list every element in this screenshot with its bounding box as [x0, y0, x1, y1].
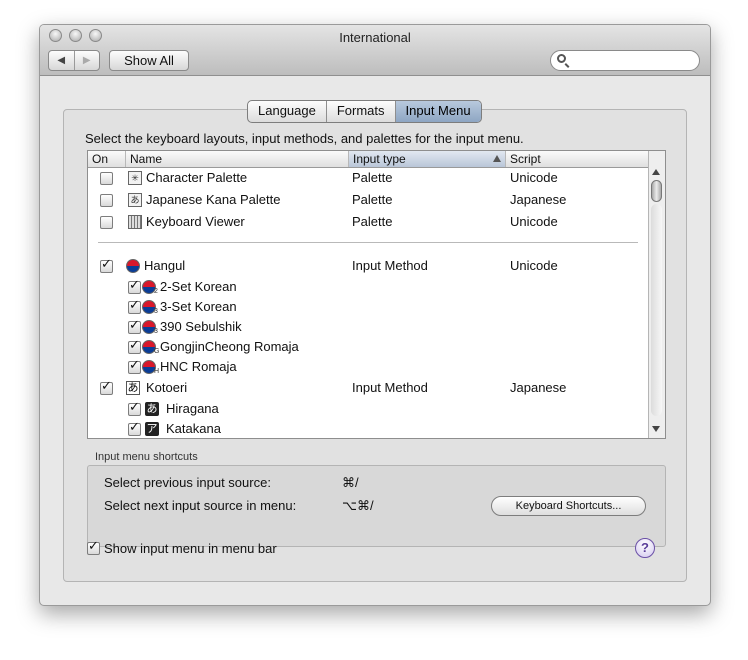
column-header-name[interactable]: Name: [126, 151, 349, 167]
row-name: 390 Sebulshik: [160, 319, 242, 334]
list-item[interactable]: ア Katakana: [88, 419, 648, 438]
next-source-keys: ⌥⌘/: [342, 498, 374, 513]
column-header-script[interactable]: Script: [506, 151, 648, 167]
katakana-icon: ア: [145, 422, 159, 436]
search-icon: [557, 54, 566, 63]
shortcuts-section-label: Input menu shortcuts: [95, 451, 198, 463]
row-checkbox[interactable]: [100, 379, 113, 395]
row-checkbox[interactable]: [100, 216, 113, 229]
list-divider: [98, 242, 638, 243]
column-header-input-type-label: Input type: [353, 152, 406, 166]
keyboard-shortcuts-button[interactable]: Keyboard Shortcuts...: [491, 496, 646, 516]
row-name: Kotoeri: [146, 380, 188, 395]
row-checkbox[interactable]: [100, 257, 113, 273]
tab-formats[interactable]: Formats: [327, 101, 396, 122]
list-header: On Name Input type Script: [88, 151, 648, 168]
search-input[interactable]: [573, 52, 697, 71]
character-palette-icon: ✳: [128, 171, 142, 185]
help-button[interactable]: ?: [635, 538, 655, 558]
show-input-menu-checkbox[interactable]: [87, 539, 100, 555]
list-item[interactable]: H HNC Romaja: [88, 357, 648, 377]
list-scrollbar[interactable]: [648, 151, 665, 438]
row-script: Unicode: [510, 258, 558, 273]
instruction-text: Select the keyboard layouts, input metho…: [85, 131, 524, 146]
window-title: International: [339, 30, 411, 45]
scroll-track[interactable]: [651, 204, 662, 416]
row-input-type: Input Method: [352, 258, 428, 273]
sort-ascending-icon: [493, 155, 501, 162]
row-name: 2-Set Korean: [160, 279, 237, 294]
forward-button[interactable]: ▶: [73, 51, 100, 70]
row-name: Character Palette: [146, 170, 248, 185]
show-input-menu-label: Show input menu in menu bar: [104, 541, 277, 556]
list-item[interactable]: G GongjinCheong Romaja: [88, 337, 648, 357]
korean-flag-icon: [126, 259, 140, 273]
list-item[interactable]: 2 2-Set Korean: [88, 277, 648, 297]
row-checkbox[interactable]: [128, 420, 141, 436]
row-name: Keyboard Viewer: [146, 214, 245, 229]
row-name: Hangul: [144, 258, 186, 273]
row-checkbox[interactable]: [128, 338, 141, 354]
column-header-on[interactable]: On: [88, 151, 126, 167]
row-checkbox[interactable]: [128, 400, 141, 416]
row-checkbox[interactable]: [128, 358, 141, 374]
row-checkbox[interactable]: [128, 278, 141, 294]
list-item[interactable]: あ Japanese Kana Palette Palette Japanese: [88, 190, 648, 210]
row-checkbox[interactable]: [100, 194, 113, 207]
row-name: Japanese Kana Palette: [146, 192, 281, 207]
layout-variant-badge: H: [154, 368, 160, 375]
row-input-type: Palette: [352, 214, 393, 229]
list-item[interactable]: あ Kotoeri Input Method Japanese: [88, 378, 648, 398]
tab-bar: Language Formats Input Menu: [247, 100, 482, 123]
row-checkbox[interactable]: [100, 172, 113, 185]
list-item[interactable]: 3 3-Set Korean: [88, 297, 648, 317]
row-name: Hiragana: [166, 401, 219, 416]
tab-input-menu[interactable]: Input Menu: [395, 101, 481, 122]
row-name: GongjinCheong Romaja: [160, 339, 299, 354]
input-sources-list: On Name Input type Script ✳ Character Pa…: [87, 150, 666, 439]
row-script: Japanese: [510, 192, 567, 207]
scroll-up-arrow-icon[interactable]: [652, 169, 660, 175]
layout-variant-badge: 3: [154, 328, 158, 335]
list-item[interactable]: Hangul Input Method Unicode: [88, 256, 648, 276]
column-header-input-type[interactable]: Input type: [349, 151, 506, 167]
show-all-button[interactable]: Show All: [109, 50, 189, 71]
layout-variant-badge: G: [154, 348, 160, 355]
row-name: HNC Romaja: [160, 359, 237, 374]
navigation-buttons: ◀ ▶: [48, 50, 100, 71]
scroll-down-arrow-icon[interactable]: [652, 426, 660, 432]
next-source-label: Select next input source in menu:: [104, 498, 297, 513]
search-field: [550, 50, 700, 71]
layout-variant-badge: 2: [154, 288, 158, 295]
row-script: Unicode: [510, 214, 558, 229]
title-bar: International ◀ ▶ Show All: [40, 25, 710, 76]
kotoeri-icon: あ: [126, 381, 140, 395]
scroll-thumb[interactable]: [651, 180, 662, 202]
keyboard-viewer-icon: [128, 215, 142, 229]
previous-source-label: Select previous input source:: [104, 475, 271, 490]
list-item[interactable]: 3 390 Sebulshik: [88, 317, 648, 337]
row-input-type: Input Method: [352, 380, 428, 395]
row-name: 3-Set Korean: [160, 299, 237, 314]
tab-language[interactable]: Language: [248, 101, 327, 122]
row-input-type: Palette: [352, 170, 393, 185]
list-item[interactable]: Keyboard Viewer Palette Unicode: [88, 212, 648, 232]
hiragana-icon: あ: [145, 402, 159, 416]
row-checkbox[interactable]: [128, 298, 141, 314]
preferences-window: International ◀ ▶ Show All Language Form…: [39, 24, 711, 606]
row-script: Unicode: [510, 170, 558, 185]
list-item[interactable]: ✳ Character Palette Palette Unicode: [88, 168, 648, 188]
row-input-type: Palette: [352, 192, 393, 207]
layout-variant-badge: 3: [154, 308, 158, 315]
back-button[interactable]: ◀: [49, 51, 74, 70]
row-script: Japanese: [510, 380, 567, 395]
list-item[interactable]: あ Hiragana: [88, 399, 648, 419]
row-checkbox[interactable]: [128, 318, 141, 334]
previous-source-keys: ⌘/: [342, 475, 359, 490]
row-name: Katakana: [166, 421, 221, 436]
japanese-kana-palette-icon: あ: [128, 193, 142, 207]
